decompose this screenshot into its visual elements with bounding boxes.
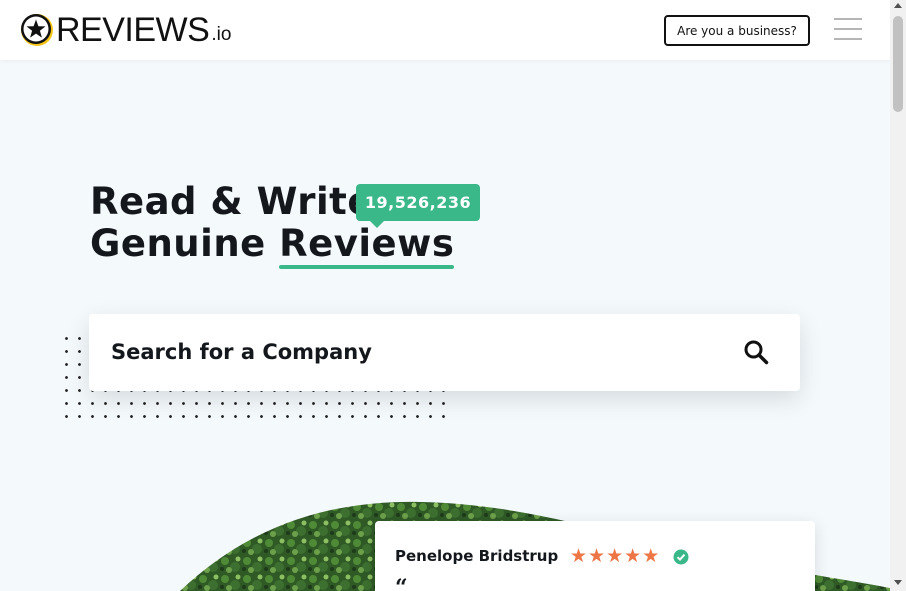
star-icon: ★ (624, 545, 642, 567)
logo-suffix: .io (211, 24, 232, 45)
verified-check-icon (673, 549, 689, 565)
review-count-badge: 19,526,236 (356, 184, 480, 228)
hero-headline-line1: Read & Write (90, 180, 373, 223)
page-scrollbar[interactable] (890, 0, 906, 591)
hero-headline-prefix: Genuine (90, 222, 280, 265)
logo-wordmark: REVIEWS (56, 11, 210, 49)
reviewer-name: Penelope Bridstrup (395, 547, 559, 565)
star-icon: ★ (606, 545, 624, 567)
scroll-down-arrow-icon[interactable] (894, 580, 902, 585)
company-search-box (89, 314, 800, 391)
scroll-up-arrow-icon[interactable] (894, 3, 902, 8)
search-icon[interactable] (743, 339, 769, 365)
scrollbar-thumb[interactable] (893, 16, 903, 112)
star-icon: ★ (588, 545, 606, 567)
hero-headline-line2: Genuine Reviews (90, 222, 455, 269)
star-logo-icon (21, 14, 53, 46)
reviews-io-logo[interactable]: REVIEWS .io (20, 12, 231, 48)
company-search-input[interactable] (111, 332, 731, 372)
quote-mark: “ (395, 575, 408, 591)
site-header: REVIEWS .io Are you a business? (0, 0, 890, 60)
featured-review-card[interactable]: Penelope Bridstrup ★ ★ ★ ★ ★ “ (375, 521, 815, 591)
business-button[interactable]: Are you a business? (664, 15, 810, 46)
star-icon: ★ (642, 545, 660, 567)
hero-headline-highlight: Reviews (279, 222, 455, 269)
hamburger-menu-icon[interactable] (834, 18, 862, 40)
star-icon: ★ (570, 545, 588, 567)
star-rating: ★ ★ ★ ★ ★ (570, 546, 659, 566)
